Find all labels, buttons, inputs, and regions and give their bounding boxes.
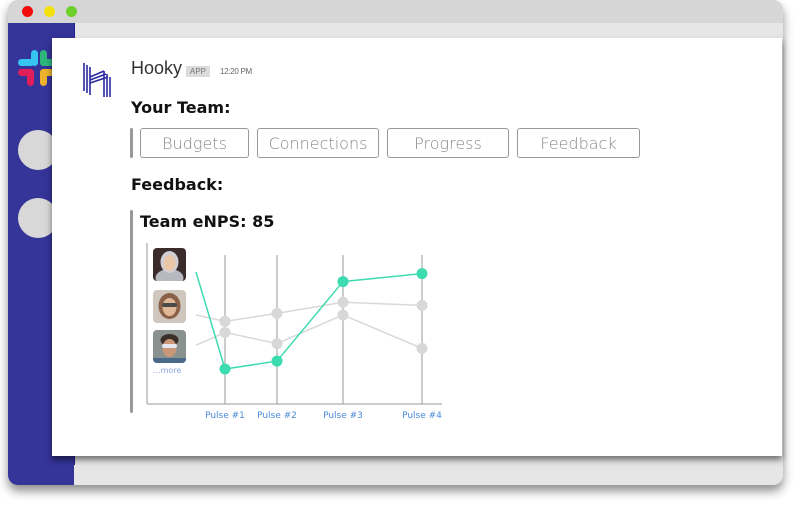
avatar-person-2[interactable] [153,290,186,323]
person-photo-icon [153,290,186,323]
x-tick-label: Pulse #2 [257,411,297,421]
enps-chart: Pulse #1 Pulse #2 Pulse #3 Pulse #4 [146,243,442,421]
avatar-person-3[interactable] [153,330,186,363]
more-link[interactable]: ...more [153,366,181,375]
data-point-person-3 [337,309,349,321]
bottom-strip [74,465,783,485]
x-tick-label: Pulse #1 [205,411,245,421]
data-point-person-2 [337,296,349,308]
series-line-person-2 [195,301,423,323]
data-point-person-3 [271,338,283,350]
data-point-person-1 [219,363,231,375]
maximize-button[interactable] [66,6,77,17]
close-button[interactable] [22,6,33,17]
data-point-person-2 [219,315,231,327]
data-point-person-2 [416,299,428,311]
data-point-person-1 [271,355,283,367]
person-photo-icon [153,248,186,281]
person-photo-icon [153,330,186,363]
x-tick-label: Pulse #4 [402,411,442,421]
slack-logo-icon[interactable] [16,48,56,88]
x-tick-label: Pulse #3 [323,411,363,421]
message-panel: Hooky APP 12:20 PM Your Team: Budgets Co… [52,38,782,456]
minimize-button[interactable] [44,6,55,17]
data-point-person-3 [416,342,428,354]
title-bar [8,0,783,23]
avatar-person-1[interactable] [153,248,186,281]
data-point-person-1 [416,268,428,280]
data-point-person-3 [219,326,231,338]
data-point-person-1 [337,276,349,288]
data-point-person-2 [271,307,283,319]
